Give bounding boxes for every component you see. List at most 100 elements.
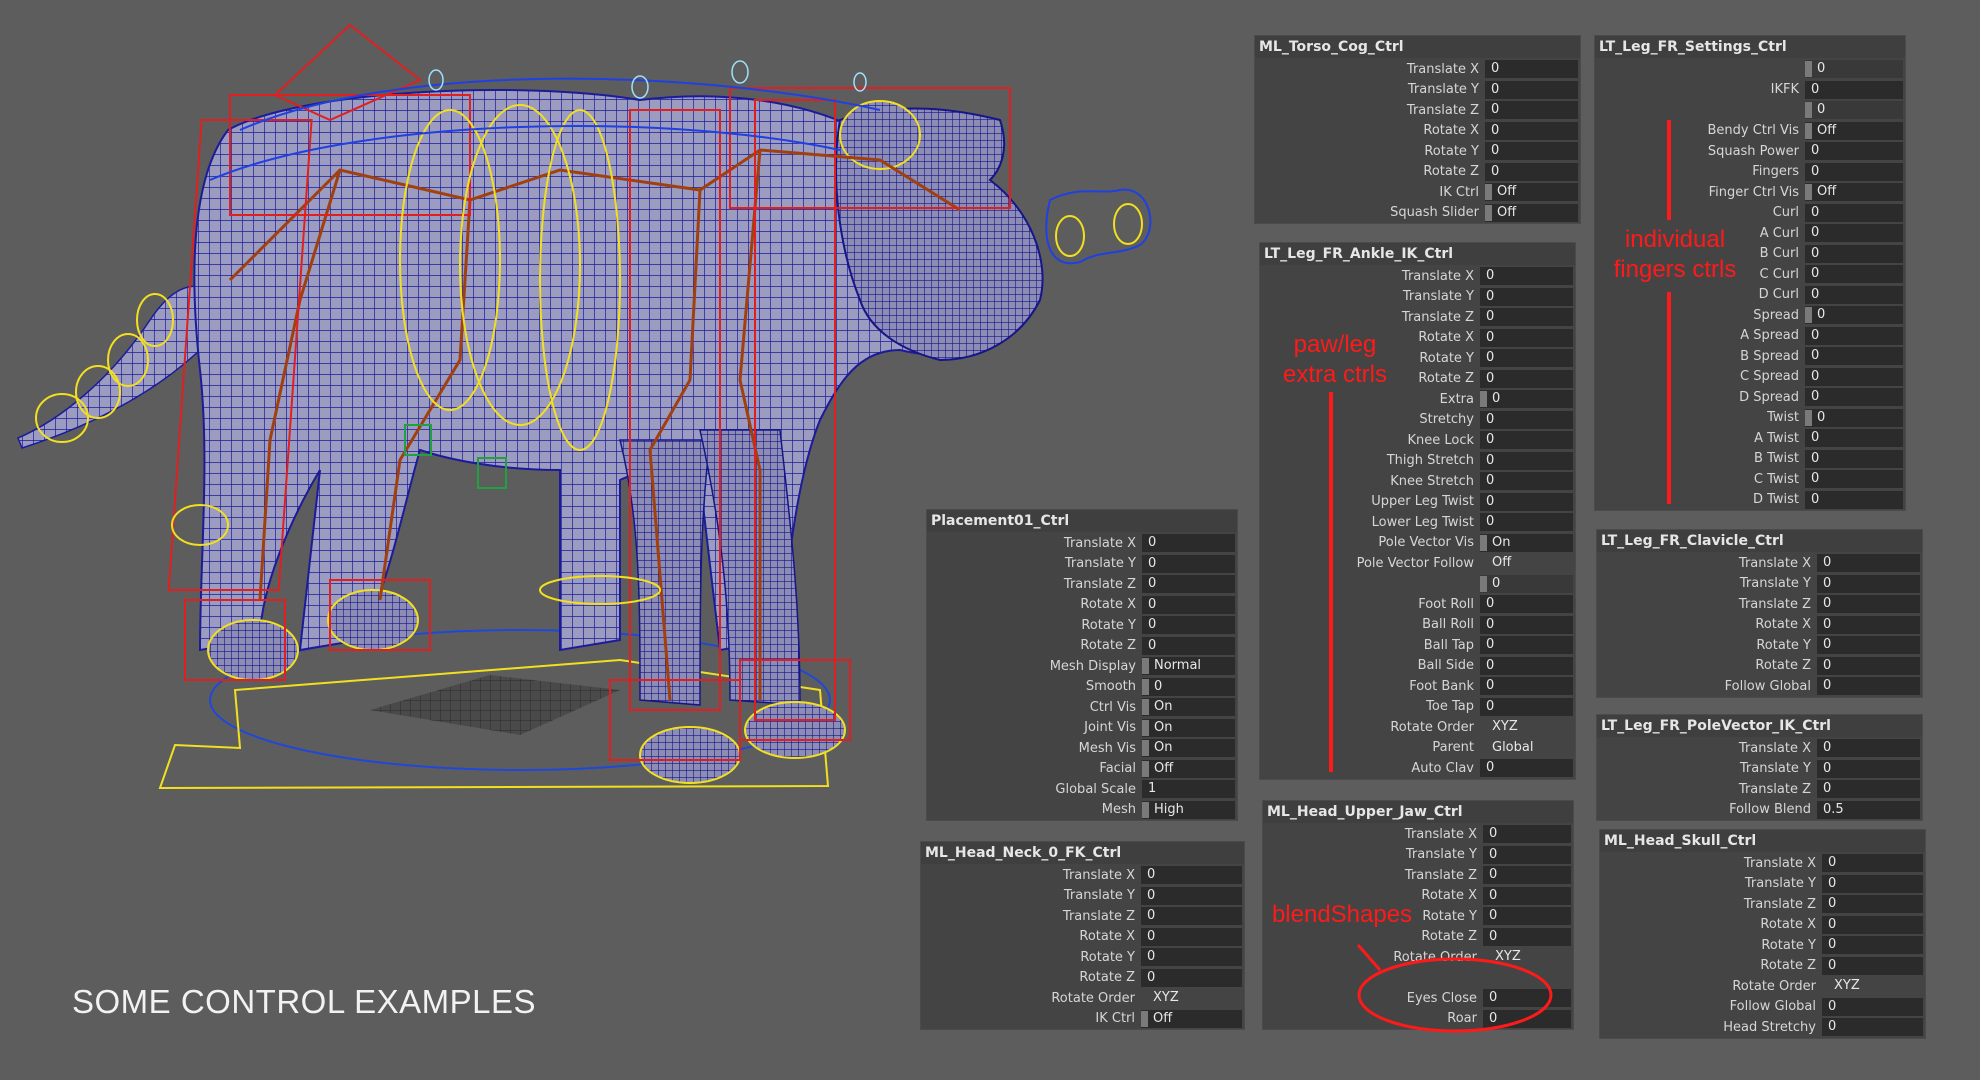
attribute-value-field[interactable]: 0 xyxy=(1480,390,1573,409)
attribute-value-field[interactable]: 0 xyxy=(1822,874,1923,893)
attribute-value-field[interactable]: Off xyxy=(1485,183,1578,202)
attribute-value-field[interactable]: Off xyxy=(1805,121,1903,140)
attribute-value-field[interactable]: High xyxy=(1142,800,1235,819)
attribute-value-field[interactable]: 0 xyxy=(1142,636,1235,655)
attribute-value-field[interactable]: 0 xyxy=(1483,886,1571,905)
attribute-value-field[interactable]: 0 xyxy=(1480,656,1573,675)
attribute-value-field[interactable]: 0 xyxy=(1480,513,1573,532)
attribute-value-field[interactable]: 0 xyxy=(1141,927,1242,946)
attribute-value-field[interactable]: 0 xyxy=(1142,677,1235,696)
attribute-value-field[interactable]: 0 xyxy=(1817,780,1920,799)
attribute-value-field[interactable]: 0 xyxy=(1805,265,1903,284)
attribute-value-field[interactable]: 0 xyxy=(1142,534,1235,553)
attribute-value-field[interactable]: 0 xyxy=(1817,636,1920,655)
attribute-value-field[interactable]: 0 xyxy=(1817,739,1920,758)
attribute-value-field[interactable]: 0 xyxy=(1485,101,1578,120)
attribute-value-field[interactable]: 0 xyxy=(1480,349,1573,368)
attribute-value-field[interactable]: 0 xyxy=(1805,408,1903,427)
attribute-value-field[interactable]: 0 xyxy=(1485,80,1578,99)
attribute-value-field[interactable]: 0 xyxy=(1480,267,1573,286)
attribute-value-field[interactable]: 0 xyxy=(1142,616,1235,635)
attribute-value-field[interactable]: 0 xyxy=(1141,886,1242,905)
attribute-value-field[interactable]: 0 xyxy=(1480,574,1573,593)
attribute-value-field[interactable]: 0 xyxy=(1805,80,1903,99)
attribute-value-field[interactable]: 0 xyxy=(1480,595,1573,614)
attribute-value-field[interactable]: 0 xyxy=(1480,759,1573,778)
attribute-value-field[interactable]: 0 xyxy=(1805,101,1903,120)
attribute-value-field[interactable]: On xyxy=(1142,698,1235,717)
attribute-value-field[interactable]: 0 xyxy=(1480,636,1573,655)
attribute-value-field[interactable]: 0 xyxy=(1805,326,1903,345)
attribute-value-field[interactable]: 0 xyxy=(1480,472,1573,491)
attribute-value-field[interactable]: 0 xyxy=(1822,915,1923,934)
attribute-value-field[interactable]: 0 xyxy=(1485,121,1578,140)
attribute-value-field[interactable]: 0 xyxy=(1817,615,1920,634)
attribute-value-field[interactable]: Off xyxy=(1142,759,1235,778)
attribute-value-field[interactable]: 0 xyxy=(1805,142,1903,161)
attribute-value-field[interactable]: 0 xyxy=(1822,1018,1923,1037)
attribute-value-field[interactable]: 0 xyxy=(1480,615,1573,634)
attribute-value-field[interactable]: 0 xyxy=(1805,203,1903,222)
attribute-value-field[interactable]: On xyxy=(1142,718,1235,737)
attribute-value-field[interactable]: 0 xyxy=(1805,367,1903,386)
attribute-value-field[interactable]: XYZ xyxy=(1480,718,1573,737)
attribute-value-field[interactable]: 0 xyxy=(1480,369,1573,388)
attribute-value-field[interactable]: 0 xyxy=(1483,866,1571,885)
attribute-value-field[interactable]: 0 xyxy=(1822,997,1923,1016)
attribute-value-field[interactable]: 0 xyxy=(1805,285,1903,304)
attribute-value-field[interactable]: 0 xyxy=(1483,845,1571,864)
attribute-value-field[interactable]: 0 xyxy=(1483,907,1571,926)
attribute-value-field[interactable]: 0 xyxy=(1822,895,1923,914)
attribute-value-field[interactable]: 0 xyxy=(1805,306,1903,325)
attribute-value-field[interactable]: Off xyxy=(1480,554,1573,573)
attribute-value-field[interactable]: 0 xyxy=(1805,162,1903,181)
attribute-value-field[interactable]: 0.5 xyxy=(1817,800,1920,819)
attribute-value-field[interactable]: 0 xyxy=(1480,410,1573,429)
attribute-value-field[interactable]: Off xyxy=(1485,203,1578,222)
attribute-value-field[interactable]: 0 xyxy=(1142,575,1235,594)
attribute-value-field[interactable]: 0 xyxy=(1480,451,1573,470)
attribute-value-field[interactable]: 0 xyxy=(1805,429,1903,448)
attribute-value-field[interactable]: 0 xyxy=(1805,224,1903,243)
attribute-value-field[interactable]: 0 xyxy=(1480,328,1573,347)
attribute-value-field[interactable]: 0 xyxy=(1485,162,1578,181)
attribute-value-field[interactable]: 0 xyxy=(1141,968,1242,987)
attribute-value-field[interactable]: On xyxy=(1480,533,1573,552)
attribute-value-field[interactable]: 0 xyxy=(1822,956,1923,975)
attribute-value-field[interactable]: 0 xyxy=(1817,574,1920,593)
attribute-value-field[interactable]: 0 xyxy=(1805,244,1903,263)
attribute-value-field[interactable]: 0 xyxy=(1817,595,1920,614)
attribute-value-field[interactable]: 0 xyxy=(1805,60,1903,79)
attribute-value-field[interactable]: 0 xyxy=(1141,866,1242,885)
attribute-value-field[interactable]: 0 xyxy=(1817,677,1920,696)
attribute-value-field[interactable]: On xyxy=(1142,739,1235,758)
attribute-value-field[interactable]: 0 xyxy=(1817,554,1920,573)
attribute-value-field[interactable]: Off xyxy=(1805,183,1903,202)
attribute-value-field[interactable]: 0 xyxy=(1480,287,1573,306)
attribute-value-field[interactable]: 0 xyxy=(1805,347,1903,366)
attribute-value-field[interactable]: 0 xyxy=(1142,554,1235,573)
attribute-value-field[interactable]: 0 xyxy=(1141,907,1242,926)
attribute-value-field[interactable]: XYZ xyxy=(1141,989,1242,1008)
attribute-value-field[interactable]: 1 xyxy=(1142,780,1235,799)
attribute-value-field[interactable]: 0 xyxy=(1480,431,1573,450)
attribute-value-field[interactable]: 0 xyxy=(1822,936,1923,955)
attribute-value-field[interactable]: 0 xyxy=(1805,388,1903,407)
attribute-value-field[interactable]: Global xyxy=(1480,738,1573,757)
attribute-value-field[interactable]: 0 xyxy=(1480,492,1573,511)
attribute-value-field[interactable]: 0 xyxy=(1142,595,1235,614)
attribute-value-field[interactable]: XYZ xyxy=(1822,977,1923,996)
attribute-value-field[interactable]: 0 xyxy=(1141,948,1242,967)
attribute-value-field[interactable]: 0 xyxy=(1483,825,1571,844)
attribute-value-field[interactable]: 0 xyxy=(1485,60,1578,79)
attribute-value-field[interactable]: 0 xyxy=(1480,677,1573,696)
attribute-value-field[interactable]: 0 xyxy=(1480,308,1573,327)
attribute-value-field[interactable]: 0 xyxy=(1805,449,1903,468)
attribute-value-field[interactable]: 0 xyxy=(1805,490,1903,509)
attribute-value-field[interactable]: 0 xyxy=(1485,142,1578,161)
attribute-value-field[interactable]: 0 xyxy=(1805,470,1903,489)
attribute-value-field[interactable]: 0 xyxy=(1817,656,1920,675)
attribute-value-field[interactable]: 0 xyxy=(1480,697,1573,716)
attribute-value-field[interactable]: Off xyxy=(1141,1009,1242,1028)
attribute-value-field[interactable]: 0 xyxy=(1817,759,1920,778)
